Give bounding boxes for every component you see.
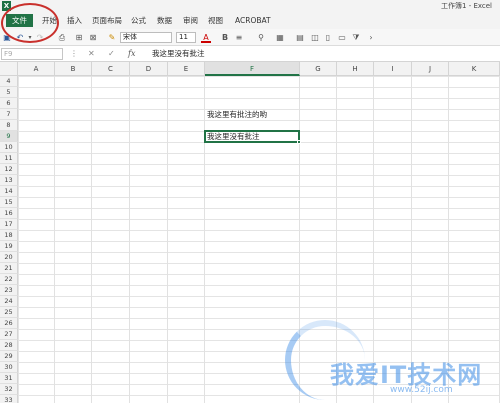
row-header-9[interactable]: 9 [0,131,18,142]
row-header-8[interactable]: 8 [0,120,18,131]
column-header-g[interactable]: G [300,62,337,76]
watermark-url: www.52ij.com [390,385,453,395]
fill-handle[interactable] [297,140,301,144]
title-bar: X 工作簿1 - Excel [0,0,500,12]
quick-access-toolbar: ▣ ↶ ▾ ↷ ⎙ ⊞ ⊠ ✎ 宋体 11 A B ≡ ⚲ ▦ ▤ ◫ ▯ ▭ … [0,29,500,46]
conditional-format-icon[interactable]: ▦ [275,32,285,43]
worksheet-grid[interactable]: ABCDEFGHIJK 4 5 6 7 8 9 10 11 12 13 14 15 16 17 18 19 20… [0,62,500,403]
annotation-circle [1,3,59,43]
page-icon[interactable]: ▯ [323,32,333,43]
active-cell-border [204,130,300,143]
tab-data[interactable]: 数据 [154,14,175,27]
row-header-12[interactable]: 12 [0,164,18,175]
formula-bar-grip-icon: ⋮ [70,49,78,58]
tab-view[interactable]: 视图 [205,14,226,27]
row-header-18[interactable]: 18 [0,230,18,241]
tab-acrobat[interactable]: ACROBAT [232,14,274,27]
find-icon[interactable]: ⚲ [255,32,267,43]
row-header-31[interactable]: 31 [0,373,18,384]
tab-insert[interactable]: 插入 [64,14,85,27]
row-header-22[interactable]: 22 [0,274,18,285]
tab-review[interactable]: 审阅 [180,14,201,27]
filter-icon[interactable]: ⧩ [351,32,361,43]
table-icon[interactable]: ▤ [295,32,305,43]
merge-cells-icon[interactable]: ⊠ [88,32,98,43]
row-header-16[interactable]: 16 [0,208,18,219]
enter-icon[interactable]: ✓ [108,48,115,60]
row-header-7[interactable]: 7 [0,109,18,120]
row-header-32[interactable]: 32 [0,384,18,395]
window-title: 工作簿1 - Excel [441,2,492,10]
print-preview-icon[interactable]: ⎙ [57,32,67,43]
ribbon-tabs: 文件 开始 插入 页面布局 公式 数据 审阅 视图 ACROBAT [0,12,500,29]
row-header-10[interactable]: 10 [0,142,18,153]
column-header-f[interactable]: F [205,62,300,76]
row-header-4[interactable]: 4 [0,76,18,87]
name-box[interactable]: F9 [1,48,63,60]
row-header-23[interactable]: 23 [0,285,18,296]
column-header-c[interactable]: C [92,62,130,76]
row-header-13[interactable]: 13 [0,175,18,186]
row-header-19[interactable]: 19 [0,241,18,252]
formula-bar: F9 ⋮ ✕ ✓ fx 我这里没有批注 [0,46,500,62]
more-commands-icon[interactable]: › [367,32,375,43]
row-header-25[interactable]: 25 [0,307,18,318]
column-header-i[interactable]: I [374,62,412,76]
row-header-6[interactable]: 6 [0,98,18,109]
column-gridline [54,76,55,403]
column-gridline [448,76,449,403]
row-header-5[interactable]: 5 [0,87,18,98]
column-header-h[interactable]: H [337,62,374,76]
tab-page-layout[interactable]: 页面布局 [89,14,125,27]
insert-icon[interactable]: ◫ [310,32,320,43]
sheet-icon[interactable]: ▭ [337,32,347,43]
bold-button[interactable]: B [220,32,230,43]
column-header-b[interactable]: B [55,62,92,76]
font-name-select[interactable]: 宋体 [120,32,172,43]
select-all-corner[interactable] [0,62,18,76]
cell-f7[interactable]: 我这里有批注的哟 [205,109,267,120]
column-header-j[interactable]: J [412,62,449,76]
cancel-icon[interactable]: ✕ [88,48,95,60]
font-size-select[interactable]: 11 [176,32,196,43]
column-header-e[interactable]: E [168,62,205,76]
align-center-icon[interactable]: ≡ [234,32,244,43]
tab-formulas[interactable]: 公式 [128,14,149,27]
row-header-24[interactable]: 24 [0,296,18,307]
column-header-k[interactable]: K [449,62,500,76]
row-header-26[interactable]: 26 [0,318,18,329]
borders-icon[interactable]: ⊞ [74,32,84,43]
format-painter-icon[interactable]: ✎ [107,32,117,43]
row-header-30[interactable]: 30 [0,362,18,373]
column-gridline [91,76,92,403]
row-header-33[interactable]: 33 [0,395,18,403]
column-gridline [411,76,412,403]
formula-input[interactable]: 我这里没有批注 [148,48,496,60]
row-header-11[interactable]: 11 [0,153,18,164]
row-header-20[interactable]: 20 [0,252,18,263]
row-header-17[interactable]: 17 [0,219,18,230]
column-header-d[interactable]: D [130,62,168,76]
column-gridline [373,76,374,403]
row-header-15[interactable]: 15 [0,197,18,208]
row-header-29[interactable]: 29 [0,351,18,362]
row-header-27[interactable]: 27 [0,329,18,340]
insert-function-button[interactable]: fx [128,48,135,60]
column-gridline [167,76,168,403]
column-header-a[interactable]: A [18,62,55,76]
column-gridline [204,76,205,403]
row-header-21[interactable]: 21 [0,263,18,274]
row-header-14[interactable]: 14 [0,186,18,197]
font-color-button[interactable]: A [201,32,211,43]
row-header-28[interactable]: 28 [0,340,18,351]
column-gridline [129,76,130,403]
